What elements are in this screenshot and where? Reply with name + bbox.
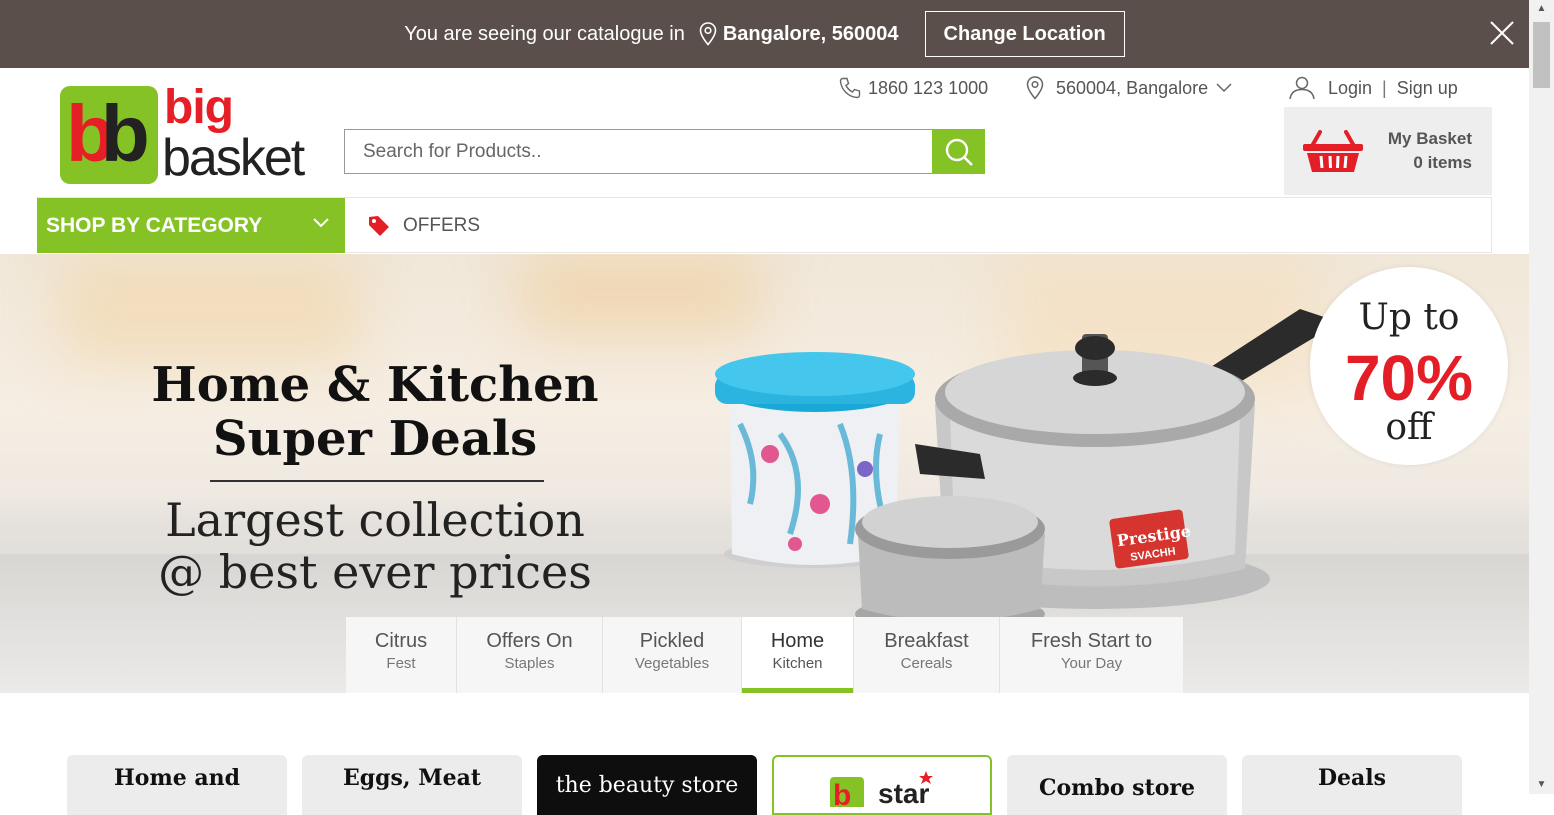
tab-home-kitchen[interactable]: Home Kitchen — [742, 617, 854, 693]
customer-care-phone: 1860 123 1000 — [838, 76, 988, 100]
page-scrollbar[interactable]: ▲ ▼ — [1529, 0, 1554, 794]
pincode-label: 560004, Bangalore — [1056, 77, 1209, 98]
login-link[interactable]: Login — [1328, 78, 1372, 99]
pincode-selector[interactable]: 560004, Bangalore — [1026, 76, 1244, 100]
offers-link[interactable]: OFFERS — [367, 198, 480, 253]
banner-products-image: Prestige SVACHH — [715, 309, 1330, 632]
basket-title: My Basket — [1387, 129, 1472, 148]
user-icon — [1289, 76, 1315, 100]
card-eggs-meat[interactable]: Eggs, Meat — [302, 755, 522, 815]
location-bar: You are seeing our catalogue in Bangalor… — [0, 0, 1529, 68]
tab-offers-on-staples[interactable]: Offers On Staples — [457, 617, 603, 693]
logo-word-big: big — [164, 81, 234, 134]
tab-breakfast-cereals[interactable]: Breakfast Cereals — [854, 617, 1000, 693]
category-cards: Home and Eggs, Meat the beauty store b s… — [67, 755, 1477, 815]
scroll-up-icon[interactable]: ▲ — [1529, 0, 1554, 18]
phone-icon — [839, 77, 861, 99]
tag-icon — [369, 215, 389, 236]
search-input[interactable] — [344, 129, 932, 174]
my-basket-button[interactable]: My Basket 0 items — [1284, 107, 1492, 195]
auth-links: Login | Sign up — [1288, 76, 1458, 100]
location-pin-icon — [699, 22, 717, 46]
search-icon — [945, 138, 973, 166]
signup-link[interactable]: Sign up — [1397, 78, 1458, 99]
chevron-down-icon — [1216, 83, 1232, 93]
scroll-thumb[interactable] — [1533, 22, 1550, 88]
promo-percent: 70% — [1344, 342, 1474, 414]
close-icon[interactable] — [1489, 20, 1515, 46]
location-pin-icon — [1026, 76, 1044, 100]
promo-off: off — [1385, 407, 1433, 448]
logo-word-basket: basket — [162, 129, 305, 187]
card-home-and-kitchen[interactable]: Home and — [67, 755, 287, 815]
discount-badge: Up to 70% off — [1310, 267, 1508, 465]
shop-by-category-button[interactable]: SHOP BY CATEGORY — [37, 198, 345, 253]
logo-mark: bb — [60, 86, 158, 184]
shop-by-category-label: SHOP BY CATEGORY — [46, 213, 263, 237]
offers-label: OFFERS — [403, 214, 481, 236]
svg-text:b: b — [833, 779, 851, 807]
banner-tabs: Citrus Fest Offers On Staples Pickled Ve… — [346, 617, 1183, 693]
card-deals[interactable]: Deals — [1242, 755, 1462, 815]
tab-fresh-start-to-your-day[interactable]: Fresh Start to Your Day — [1000, 617, 1183, 693]
search-bar — [344, 129, 985, 174]
card-bb-star[interactable]: b star — [772, 755, 992, 815]
tab-citrus-fest[interactable]: Citrus Fest — [346, 617, 457, 693]
basket-count: 0 items — [1413, 153, 1472, 172]
banner-subtitle: Largest collection @ best ever prices — [158, 493, 592, 599]
change-location-button[interactable]: Change Location — [924, 11, 1125, 57]
bigbasket-logo[interactable]: bb big basket — [60, 81, 305, 187]
main-navbar: SHOP BY CATEGORY OFFERS — [37, 197, 1492, 253]
location-city: Bangalore, 560004 — [722, 22, 899, 45]
location-message: You are seeing our catalogue in — [404, 22, 685, 45]
bb-star-logo: b star — [830, 771, 933, 807]
banner-title: Home & Kitchen Super Deals — [151, 357, 599, 467]
auth-separator: | — [1382, 77, 1387, 98]
card-beauty-store[interactable]: the beauty store — [537, 755, 757, 815]
promo-upto: Up to — [1358, 297, 1460, 338]
banner-divider — [210, 480, 544, 482]
basket-icon — [1303, 130, 1363, 172]
scroll-down-icon[interactable]: ▼ — [1529, 776, 1554, 794]
chevron-down-icon — [313, 218, 329, 228]
card-combo-store[interactable]: Combo store — [1007, 755, 1227, 815]
search-button[interactable] — [932, 129, 985, 174]
tab-pickled-vegetables[interactable]: Pickled Vegetables — [603, 617, 742, 693]
phone-number: 1860 123 1000 — [868, 77, 989, 98]
